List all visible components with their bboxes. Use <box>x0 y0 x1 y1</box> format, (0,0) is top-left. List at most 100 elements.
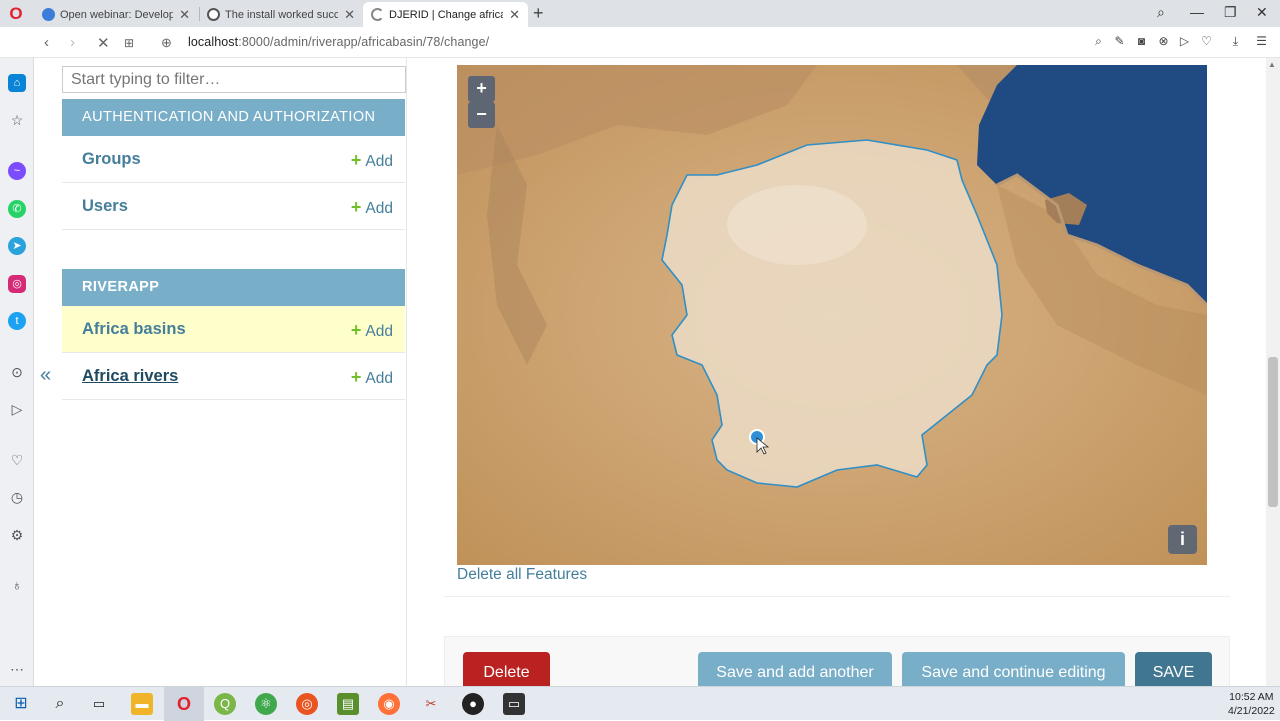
telegram-icon[interactable]: ➤ <box>8 237 26 255</box>
zoom-lens-icon[interactable]: ⌕ <box>1092 35 1105 48</box>
more-dots-icon[interactable]: ⋯ <box>8 660 26 678</box>
atom-icon[interactable]: ⚛ <box>255 693 277 715</box>
africa-rivers-link[interactable]: Africa rivers <box>82 367 178 386</box>
twitter-icon[interactable]: t <box>8 312 26 330</box>
address-bar: ‹ › ✕ ⊞ ⊕ localhost:8000/admin/riverapp/… <box>0 27 1280 58</box>
add-plus-icon: + <box>350 320 362 340</box>
new-tab-icon[interactable]: + <box>533 3 544 24</box>
search-icon[interactable]: ⌕ <box>49 693 71 715</box>
collapse-nav-icon[interactable]: « <box>40 364 51 387</box>
nav-filter-input[interactable] <box>62 66 406 93</box>
chart-app-icon[interactable]: ▤ <box>337 693 359 715</box>
nav-row-africa-rivers: Africa rivers + Add <box>62 353 405 400</box>
messenger-icon[interactable]: ~ <box>8 162 26 180</box>
qgis-icon[interactable]: Q <box>214 693 236 715</box>
add-label: Add <box>365 200 393 217</box>
globe-icon <box>207 8 220 21</box>
url-field[interactable]: localhost:8000/admin/riverapp/africabasi… <box>188 35 489 49</box>
groups-add-link[interactable]: + Add <box>351 150 393 171</box>
close-tab-icon[interactable]: ✕ <box>509 7 520 23</box>
webinar-favicon-icon <box>42 8 55 21</box>
back-icon[interactable]: ‹ <box>44 34 49 51</box>
search-tabs-icon[interactable]: ⌕ <box>1157 4 1165 21</box>
heart-icon[interactable]: ♡ <box>8 451 26 469</box>
section-title: RIVERAPP <box>82 279 160 295</box>
terminal-icon[interactable]: ▭ <box>503 693 525 715</box>
instagram-icon[interactable]: ◎ <box>8 275 26 293</box>
close-window-icon[interactable]: ✕ <box>1256 4 1268 21</box>
zoom-out-button[interactable]: − <box>468 102 495 128</box>
send-icon[interactable]: ▷ <box>1178 35 1191 48</box>
nav-row-africa-basins: Africa basins + Add <box>62 306 405 353</box>
africa-basins-add-link[interactable]: + Add <box>351 320 393 341</box>
map-info-button[interactable]: i <box>1168 525 1197 554</box>
add-label: Add <box>365 153 393 170</box>
groups-link[interactable]: Groups <box>82 150 141 169</box>
close-tab-icon[interactable]: ✕ <box>179 7 190 23</box>
africa-rivers-add-link[interactable]: + Add <box>351 367 393 388</box>
adblock-icon[interactable]: ⊗ <box>1157 35 1170 48</box>
file-explorer-icon[interactable]: ▬ <box>131 693 153 715</box>
add-plus-icon: + <box>350 197 362 217</box>
forward-icon[interactable]: › <box>70 34 75 51</box>
add-label: Add <box>365 323 393 340</box>
tab-install-worked[interactable]: The install worked successf ✕ <box>199 2 363 27</box>
africa-basins-link[interactable]: Africa basins <box>82 320 186 339</box>
close-tab-icon[interactable]: ✕ <box>344 7 355 23</box>
section-title: AUTHENTICATION AND AUTHORIZATION <box>82 109 376 125</box>
clock-time: 10:52 AM <box>1229 691 1274 703</box>
scrollbar-thumb[interactable] <box>1268 357 1278 507</box>
whatsapp-icon[interactable]: ✆ <box>8 200 26 218</box>
nav-row-users: Users + Add <box>62 183 405 230</box>
opera-sidebar: ⌂ ☆ ~ ✆ ➤ ◎ t ⊙ ▷ ♡ ◷ ⚙ ♁ ⋯ <box>0 58 34 686</box>
heart-icon[interactable]: ♡ <box>1200 35 1213 48</box>
nav-row-groups: Groups + Add <box>62 136 405 183</box>
windows-taskbar: ⊞ ⌕ ▭ ▬ O Q ⚛ ◎ ▤ ◉ ✂ ● ▭ 10:52 AM 4/21/… <box>0 686 1280 721</box>
snipping-tool-icon[interactable]: ✂ <box>420 693 442 715</box>
url-host: localhost <box>188 35 239 49</box>
tips-bulb-icon[interactable]: ♁ <box>8 576 26 594</box>
opera-logo-icon[interactable]: O <box>7 5 25 23</box>
scroll-up-arrow-icon[interactable]: ▲ <box>1268 60 1276 69</box>
tab-open-webinar[interactable]: Open webinar: Developme ✕ <box>34 2 198 27</box>
site-info-globe-icon[interactable]: ⊕ <box>161 35 172 51</box>
task-view-icon[interactable]: ▭ <box>88 693 110 715</box>
camera-icon[interactable]: ◙ <box>1135 35 1148 48</box>
player-icon[interactable]: ⊙ <box>8 363 26 381</box>
edit-icon[interactable]: ✎ <box>1113 35 1126 48</box>
easy-setup-icon[interactable]: ☰ <box>1255 35 1268 48</box>
opera-icon[interactable]: O <box>173 693 195 715</box>
home-icon[interactable]: ⌂ <box>8 74 26 92</box>
add-plus-icon: + <box>350 367 362 387</box>
zoom-in-button[interactable]: + <box>468 76 495 102</box>
stop-loading-icon[interactable]: ✕ <box>97 34 110 52</box>
ubuntu-icon[interactable]: ◎ <box>296 693 318 715</box>
loading-spinner-icon <box>371 8 384 21</box>
maximize-icon[interactable]: ❐ <box>1224 4 1237 21</box>
windows-start-icon[interactable]: ⊞ <box>10 693 32 715</box>
system-clock[interactable]: 10:52 AM 4/21/2022 <box>1228 690 1275 718</box>
minimize-icon[interactable]: — <box>1190 4 1204 20</box>
firefox-icon[interactable]: ◉ <box>378 693 400 715</box>
section-riverapp-header[interactable]: RIVERAPP <box>62 269 405 306</box>
geometry-map[interactable] <box>457 65 1207 565</box>
add-label: Add <box>365 370 393 387</box>
satellite-map-image <box>457 65 1207 565</box>
history-icon[interactable]: ◷ <box>8 488 26 506</box>
delete-all-features-link[interactable]: Delete all Features <box>457 566 587 584</box>
send-icon[interactable]: ▷ <box>8 400 26 418</box>
obs-icon[interactable]: ● <box>462 693 484 715</box>
users-link[interactable]: Users <box>82 197 128 216</box>
users-add-link[interactable]: + Add <box>351 197 393 218</box>
tab-title: DJERID | Change africa basi <box>389 8 503 21</box>
url-path: :8000/admin/riverapp/africabasin/78/chan… <box>238 35 490 49</box>
section-auth-header[interactable]: AUTHENTICATION AND AUTHORIZATION <box>62 99 405 136</box>
clock-date: 4/21/2022 <box>1228 705 1275 717</box>
tab-djerid-change[interactable]: DJERID | Change africa basi ✕ <box>363 2 528 27</box>
star-icon[interactable]: ☆ <box>8 111 26 129</box>
divider <box>444 596 1230 597</box>
speed-dial-icon[interactable]: ⊞ <box>124 36 134 50</box>
settings-gear-icon[interactable]: ⚙ <box>8 526 26 544</box>
download-icon[interactable]: ⤓ <box>1229 35 1242 48</box>
tab-title: Open webinar: Developme <box>60 8 174 21</box>
